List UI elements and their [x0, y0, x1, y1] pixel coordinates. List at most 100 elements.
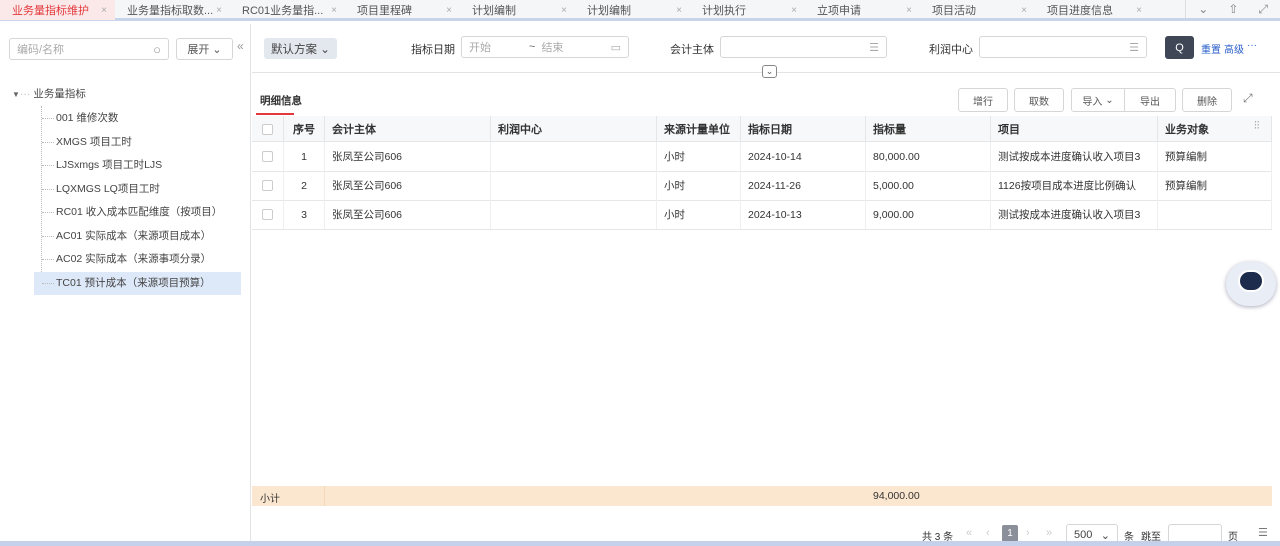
last-page-icon[interactable]: »	[1046, 527, 1052, 539]
close-icon[interactable]: ×	[1021, 5, 1027, 16]
column-header[interactable]: 项目	[991, 116, 1158, 142]
column-header[interactable]: 序号	[284, 116, 325, 142]
table-cell[interactable]	[491, 171, 657, 200]
table-cell[interactable]: 9,000.00	[866, 200, 991, 229]
advanced-link[interactable]: 高级	[1224, 41, 1244, 56]
tree-item[interactable]: LQXMGS LQ项目工时	[34, 178, 241, 201]
tree-item[interactable]: TC01 预计成本（来源项目预算）	[34, 271, 241, 295]
export-button[interactable]: 导出	[1124, 88, 1176, 112]
close-icon[interactable]: ×	[216, 5, 222, 16]
table-cell[interactable]: 张凤至公司606	[325, 142, 491, 171]
search-button[interactable]: Q	[1165, 36, 1194, 59]
tab-item[interactable]: 计划编制 ×	[575, 0, 690, 20]
table-cell[interactable]: 测试按成本进度确认收入项目3	[991, 142, 1158, 171]
expand-button[interactable]: 展开 ⌄	[176, 38, 233, 60]
table-cell[interactable]: 1	[284, 142, 325, 171]
table-cell[interactable]: 2024-10-13	[741, 200, 866, 229]
close-icon[interactable]: ×	[906, 5, 912, 16]
collapse-panel-icon[interactable]: «	[237, 39, 244, 53]
tree-item[interactable]: AC02 实际成本（来源事项分录）	[34, 248, 241, 271]
profit-input[interactable]: ☰	[979, 36, 1147, 58]
collapse-filter-chevron-icon[interactable]: ⌄	[762, 65, 777, 78]
prev-page-icon[interactable]: ‹	[986, 527, 990, 539]
table-cell[interactable]: 小时	[657, 171, 741, 200]
table-cell[interactable]: 2024-11-26	[741, 171, 866, 200]
table-cell[interactable]: 预算编制	[1158, 171, 1272, 200]
column-header[interactable]: 指标量	[866, 116, 991, 142]
column-settings-icon[interactable]: ⫶⫶	[1254, 120, 1260, 133]
select-all-checkbox[interactable]	[252, 116, 284, 142]
tab-item[interactable]: 项目进度信息 ×	[1035, 0, 1150, 20]
close-icon[interactable]: ×	[101, 5, 107, 16]
table-cell[interactable]: 2	[284, 171, 325, 200]
tab-item[interactable]: 立项申请 ×	[805, 0, 920, 20]
table-cell[interactable]: 3	[284, 200, 325, 229]
expand-table-icon[interactable]: ⤢	[1243, 91, 1253, 106]
column-header[interactable]: 会计主体	[325, 116, 491, 142]
add-row-button[interactable]: 增行	[958, 88, 1008, 112]
tree-search-input[interactable]: 编码/名称 ○	[9, 38, 169, 60]
tab-label: 项目里程碑	[357, 5, 412, 17]
tab-item[interactable]: 项目活动 ×	[920, 0, 1035, 20]
close-icon[interactable]: ×	[561, 5, 567, 16]
list-icon[interactable]: ☰	[869, 41, 879, 54]
section-tab-detail[interactable]: 明细信息	[260, 93, 302, 108]
table-cell[interactable]: 测试按成本进度确认收入项目3	[991, 200, 1158, 229]
assistant-robot-button[interactable]	[1226, 262, 1276, 306]
entity-input[interactable]: ☰	[720, 36, 887, 58]
close-icon[interactable]: ×	[1136, 5, 1142, 16]
tree-item[interactable]: 001 维修次数	[34, 107, 241, 130]
tree-item[interactable]: LJSxmgs 项目工时LJS	[34, 154, 241, 177]
import-button[interactable]: 导入 ⌄	[1071, 88, 1125, 112]
table-cell[interactable]	[491, 142, 657, 171]
table-cell[interactable]: 张凤至公司606	[325, 171, 491, 200]
more-icon[interactable]: ···	[1247, 40, 1257, 51]
tree-item[interactable]: RC01 收入成本匹配维度（按项目）	[34, 201, 241, 224]
fullscreen-icon[interactable]: ⤢	[1258, 2, 1268, 17]
table-cell[interactable]	[491, 200, 657, 229]
row-checkbox[interactable]	[252, 200, 284, 229]
close-icon[interactable]: ×	[791, 5, 797, 16]
fetch-button[interactable]: 取数	[1014, 88, 1064, 112]
close-icon[interactable]: ×	[676, 5, 682, 16]
close-icon[interactable]: ×	[331, 5, 337, 16]
scheme-dropdown[interactable]: 默认方案 ⌄	[264, 38, 337, 59]
upload-icon[interactable]: ⇧	[1228, 2, 1238, 16]
search-icon[interactable]: ○	[153, 42, 161, 57]
column-header[interactable]: 来源计量单位	[657, 116, 741, 142]
menu-icon[interactable]: ☰	[1258, 526, 1268, 539]
tab-list-chevron-icon[interactable]: ⌄	[1198, 2, 1208, 16]
current-page[interactable]: 1	[1002, 525, 1018, 542]
date-range-input[interactable]: 开始 ~ 结束 ▭	[461, 36, 629, 58]
first-page-icon[interactable]: «	[966, 527, 972, 539]
tab-item[interactable]: 业务量指标维护 ×	[0, 0, 115, 20]
table-cell[interactable]	[1158, 200, 1272, 229]
column-header[interactable]: 指标日期	[741, 116, 866, 142]
calendar-icon[interactable]: ▭	[611, 41, 621, 54]
table-cell[interactable]: 小时	[657, 142, 741, 171]
tree-item[interactable]: XMGS 项目工时	[34, 131, 241, 154]
column-header[interactable]: 利润中心	[491, 116, 657, 142]
reset-link[interactable]: 重置	[1201, 41, 1221, 56]
table-cell[interactable]: 1126按项目成本进度比例确认	[991, 171, 1158, 200]
tab-item[interactable]: RC01业务量指... ×	[230, 0, 345, 20]
list-icon[interactable]: ☰	[1129, 41, 1139, 54]
tab-item[interactable]: 计划编制 ×	[460, 0, 575, 20]
tab-item[interactable]: 业务量指标取数... ×	[115, 0, 230, 20]
table-cell[interactable]: 预算编制	[1158, 142, 1272, 171]
delete-button[interactable]: 删除	[1182, 88, 1232, 112]
row-checkbox[interactable]	[252, 142, 284, 171]
tab-item[interactable]: 计划执行 ×	[690, 0, 805, 20]
close-icon[interactable]: ×	[446, 5, 452, 16]
tab-item[interactable]: 项目里程碑 ×	[345, 0, 460, 20]
next-page-icon[interactable]: ›	[1026, 527, 1030, 539]
table-cell[interactable]: 小时	[657, 200, 741, 229]
table-cell[interactable]: 张凤至公司606	[325, 200, 491, 229]
tree-root[interactable]: ▼··· 业务量指标	[12, 86, 86, 101]
table-cell[interactable]: 5,000.00	[866, 171, 991, 200]
table-cell[interactable]: 2024-10-14	[741, 142, 866, 171]
tree-item[interactable]: AC01 实际成本（来源项目成本）	[34, 225, 241, 248]
row-checkbox[interactable]	[252, 171, 284, 200]
date-label: 指标日期	[411, 44, 455, 56]
table-cell[interactable]: 80,000.00	[866, 142, 991, 171]
